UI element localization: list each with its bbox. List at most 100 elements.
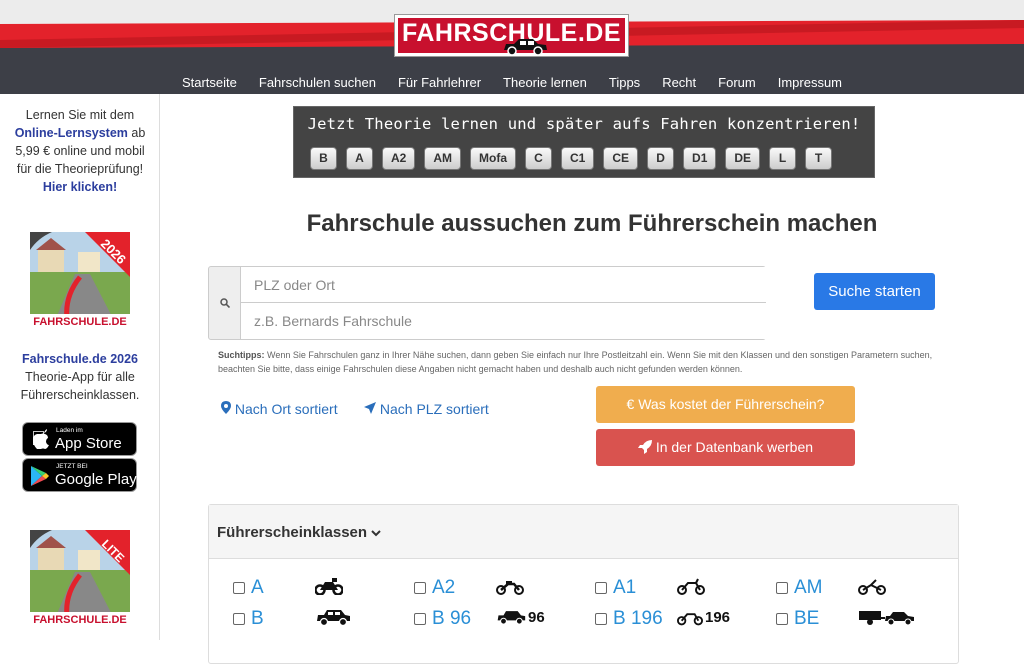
fuehrerscheinklassen-panel: Führerscheinklassen A A2 A1 AM B B 96 96…: [208, 504, 959, 664]
klasse-option[interactable]: AM: [776, 577, 886, 599]
checkbox[interactable]: [414, 613, 426, 625]
promo-link[interactable]: Online-Lernsystem: [15, 126, 128, 140]
checkbox[interactable]: [595, 582, 607, 594]
app-lite-brand: FAHRSCHULE.DE: [33, 614, 127, 626]
mofa-icon: [858, 577, 886, 595]
klasse-suffix: 196: [705, 608, 731, 626]
theorie-key-am[interactable]: AM: [424, 147, 462, 170]
site-logo[interactable]: FAHRSCHULE.DE: [395, 15, 628, 56]
scooter-icon: [496, 577, 524, 595]
checkbox[interactable]: [233, 613, 245, 625]
promo-click-link[interactable]: Hier klicken!: [43, 180, 117, 194]
checkbox[interactable]: [776, 613, 788, 625]
fahrschule-name-input[interactable]: [240, 303, 766, 339]
theorie-key-d1[interactable]: D1: [683, 147, 717, 170]
plz-ort-input[interactable]: [240, 267, 766, 303]
theorie-key-c[interactable]: C: [525, 147, 553, 170]
klasse-option[interactable]: B 96 96: [414, 608, 545, 630]
theorie-key-d[interactable]: D: [647, 147, 675, 170]
nav-theorie-lernen[interactable]: Theorie lernen: [492, 72, 598, 94]
sort-plz-label: Nach PLZ sortiert: [379, 401, 489, 417]
theorie-key-mofa[interactable]: Mofa: [470, 147, 517, 170]
klasse-label: A: [251, 577, 264, 598]
klasse-option[interactable]: A1: [595, 577, 705, 599]
theorie-banner[interactable]: Jetzt Theorie lernen und später aufs Fah…: [293, 106, 875, 178]
car-trailer-icon: [858, 608, 916, 626]
search-button[interactable]: Suche starten: [814, 273, 935, 310]
promo-line: für die Theorieprüfung!: [16, 162, 144, 176]
klasse-label: AM: [794, 577, 823, 598]
googleplay-big-text: Google Play: [55, 471, 137, 488]
appstore-small-text: Laden im: [56, 427, 83, 434]
motorcycle-icon: [315, 577, 343, 595]
klasse-option[interactable]: A2: [414, 577, 524, 599]
klassen-heading: Führerscheinklassen: [217, 524, 368, 541]
theorie-key-b[interactable]: B: [310, 147, 337, 170]
promo-line: 5,99 € online und mobil: [15, 144, 145, 158]
main-nav: Startseite Fahrschulen suchen Für Fahrle…: [0, 72, 1024, 94]
theorie-key-a2[interactable]: A2: [382, 147, 416, 170]
klassen-header[interactable]: Führerscheinklassen: [209, 505, 958, 559]
klasse-option[interactable]: A: [233, 577, 343, 599]
werben-button[interactable]: In der Datenbank werben: [596, 429, 855, 466]
car-icon: 96: [496, 608, 545, 626]
nav-fahrschulen-suchen[interactable]: Fahrschulen suchen: [248, 72, 387, 94]
rocket-icon: [637, 440, 652, 454]
klasse-option[interactable]: BE: [776, 608, 914, 630]
nav-tipps[interactable]: Tipps: [598, 72, 651, 94]
tips-label: Suchtipps:: [218, 350, 265, 360]
location-arrow-icon: [364, 402, 376, 414]
app-store-button[interactable]:  Laden im App Store: [22, 422, 137, 456]
app-desc: Theorie-App für alle: [25, 370, 135, 384]
nav-impressum[interactable]: Impressum: [767, 72, 853, 94]
promo-text: Lernen Sie mit dem Online-Lernsystem ab …: [6, 106, 154, 196]
theorie-banner-title: Jetzt Theorie lernen und später aufs Fah…: [307, 115, 861, 133]
promo-line: Lernen Sie mit dem: [25, 108, 135, 122]
google-play-icon: [31, 466, 49, 486]
nav-fuer-fahrlehrer[interactable]: Für Fahrlehrer: [387, 72, 492, 94]
theorie-key-l[interactable]: L: [769, 147, 797, 170]
moped-icon: 196: [677, 608, 730, 626]
checkbox[interactable]: [414, 582, 426, 594]
search-form: [208, 266, 766, 340]
klasse-option[interactable]: B: [233, 608, 350, 630]
sidebar: Lernen Sie mit dem Online-Lernsystem ab …: [0, 94, 160, 640]
nav-startseite[interactable]: Startseite: [171, 72, 248, 94]
sort-by-plz-link[interactable]: Nach PLZ sortiert: [364, 401, 489, 417]
appstore-big-text: App Store: [55, 435, 122, 452]
car-icon: [315, 608, 351, 626]
werben-label: In der Datenbank werben: [655, 439, 814, 455]
klasse-label: B: [251, 608, 264, 629]
theorie-key-a[interactable]: A: [346, 147, 373, 170]
page-title: Fahrschule aussuchen zum Führerschein ma…: [306, 210, 878, 237]
car-icon: [504, 39, 547, 56]
klasse-label: BE: [794, 608, 820, 629]
klasse-label: A1: [613, 577, 637, 598]
klasse-option[interactable]: B 196 196: [595, 608, 730, 630]
theorie-key-ce[interactable]: CE: [603, 147, 639, 170]
theorie-key-t[interactable]: T: [805, 147, 833, 170]
kosten-button[interactable]: € Was kostet der Führerschein?: [596, 386, 855, 423]
search-icon: [209, 267, 240, 339]
app-promo-image[interactable]: 2026 FAHRSCHULE.DE: [30, 232, 130, 332]
app-description: Fahrschule.de 2026 Theorie-App für alle …: [6, 350, 154, 404]
klasse-suffix: 96: [528, 608, 545, 626]
checkbox[interactable]: [233, 582, 245, 594]
app-brand: FAHRSCHULE.DE: [33, 316, 127, 328]
app-title[interactable]: Fahrschule.de 2026: [22, 352, 138, 366]
sort-by-ort-link[interactable]: Nach Ort sortiert: [221, 401, 338, 417]
app-lite-promo-image[interactable]: LITE FAHRSCHULE.DE: [30, 530, 130, 630]
theorie-key-c1[interactable]: C1: [561, 147, 595, 170]
checkbox[interactable]: [595, 613, 607, 625]
map-marker-icon: [221, 401, 231, 414]
chevron-down-icon: [371, 530, 381, 537]
nav-forum[interactable]: Forum: [707, 72, 767, 94]
checkbox[interactable]: [776, 582, 788, 594]
theorie-class-keys: B A A2 AM Mofa C C1 CE D D1 DE L T: [310, 147, 833, 170]
google-play-button[interactable]: JETZT BEI Google Play: [22, 458, 137, 492]
theorie-key-de[interactable]: DE: [725, 147, 761, 170]
googleplay-small-text: JETZT BEI: [56, 463, 88, 470]
nav-recht[interactable]: Recht: [651, 72, 707, 94]
app-desc: Führerscheinklassen.: [20, 388, 140, 402]
search-tips: Suchtipps: Wenn Sie Fahrschulen ganz in …: [218, 348, 958, 376]
